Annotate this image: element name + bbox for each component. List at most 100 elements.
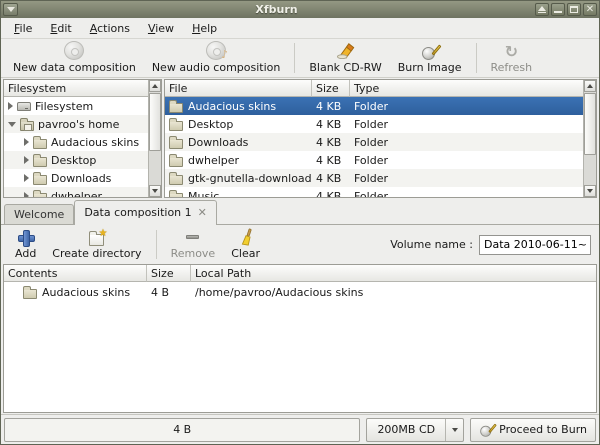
blank-cdrw-button[interactable]: Blank CD-RW xyxy=(301,40,389,76)
maximize-button[interactable] xyxy=(567,3,581,16)
tree-item-label: dwhelper xyxy=(51,190,102,198)
file-row-desktop[interactable]: Desktop 4 KB Folder xyxy=(165,115,583,133)
tree-item-audacious-skins[interactable]: Audacious skins xyxy=(4,133,148,151)
contents-panel: Contents Size Local Path Audacious skins… xyxy=(3,264,597,413)
disc-type-combobox[interactable]: 200MB CD xyxy=(366,418,464,442)
new-data-composition-label: New data composition xyxy=(13,61,136,74)
star-icon: ★ xyxy=(98,228,107,239)
volume-name-input[interactable] xyxy=(479,235,591,255)
file-type: Folder xyxy=(350,100,583,113)
close-button[interactable]: ✕ xyxy=(583,3,597,16)
menu-view[interactable]: View xyxy=(139,19,183,38)
scroll-up-button[interactable] xyxy=(149,80,161,92)
file-size: 4 KB xyxy=(312,100,350,113)
menu-actions[interactable]: Actions xyxy=(81,19,139,38)
shade-button[interactable] xyxy=(535,3,549,16)
tab-welcome[interactable]: Welcome xyxy=(4,204,74,225)
scroll-down-button[interactable] xyxy=(149,185,161,197)
tree-item-dwhelper[interactable]: dwhelper xyxy=(4,187,148,197)
filesystem-column-header[interactable]: Filesystem xyxy=(4,80,161,97)
toolbar-separator xyxy=(294,43,295,73)
column-header-type[interactable]: Type xyxy=(350,80,596,97)
tab-welcome-label: Welcome xyxy=(14,208,64,221)
filesystem-scrollbar[interactable] xyxy=(148,80,161,197)
titlebar[interactable]: Xfburn ✕ xyxy=(1,1,599,18)
window-menu-button[interactable] xyxy=(3,3,18,16)
file-list-scrollbar[interactable] xyxy=(583,80,596,197)
expander-icon[interactable] xyxy=(8,122,16,127)
broom-icon xyxy=(236,228,256,246)
tab-data-composition-1[interactable]: Data composition 1 ✕ xyxy=(74,200,217,225)
close-icon: ✕ xyxy=(586,5,594,15)
add-button[interactable]: Add xyxy=(7,227,44,262)
folder-icon xyxy=(169,103,183,113)
proceed-to-burn-button[interactable]: Proceed to Burn xyxy=(470,418,596,442)
minimize-icon xyxy=(554,11,562,13)
file-size: 4 KB xyxy=(312,190,350,198)
expander-icon[interactable] xyxy=(24,192,29,197)
file-row-audacious-skins[interactable]: Audacious skins 4 KB Folder xyxy=(165,97,583,115)
menubar: File Edit Actions View Help xyxy=(1,18,599,39)
scroll-down-button[interactable] xyxy=(584,185,596,197)
new-audio-composition-button[interactable]: ♪ New audio composition xyxy=(144,40,289,76)
clear-label: Clear xyxy=(231,247,260,260)
scroll-up-button[interactable] xyxy=(584,80,596,92)
folder-icon xyxy=(169,175,183,185)
refresh-button[interactable]: ↻ Refresh xyxy=(483,40,541,76)
scrollbar-thumb[interactable] xyxy=(149,93,161,151)
file-size: 4 KB xyxy=(312,154,350,167)
browser-panes: Filesystem Filesystem pavroo's home xyxy=(1,78,599,199)
burn-image-button[interactable]: Burn Image xyxy=(390,40,470,76)
file-list-header-row: File Size Type xyxy=(165,80,596,97)
file-list: Audacious skins 4 KB Folder Desktop 4 KB… xyxy=(165,97,583,197)
proceed-to-burn-label: Proceed to Burn xyxy=(499,423,587,436)
folder-icon xyxy=(169,121,183,131)
column-header-size[interactable]: Size xyxy=(147,265,191,282)
expander-icon[interactable] xyxy=(24,156,29,164)
file-row-gtk-gnutella-downloads[interactable]: gtk-gnutella-downloads 4 KB Folder xyxy=(165,169,583,187)
data-disc-icon xyxy=(64,41,84,60)
blank-cdrw-label: Blank CD-RW xyxy=(309,61,381,74)
tab-close-icon[interactable]: ✕ xyxy=(198,207,207,218)
volume-name-label: Volume name : xyxy=(390,238,473,251)
menu-file[interactable]: File xyxy=(5,19,41,38)
contents-row-audacious-skins[interactable]: Audacious skins 4 B /home/pavroo/Audacio… xyxy=(4,283,596,302)
combo-arrow-button[interactable] xyxy=(445,419,463,441)
clear-button[interactable]: Clear xyxy=(223,227,268,262)
file-row-dwhelper[interactable]: dwhelper 4 KB Folder xyxy=(165,151,583,169)
disc-usage-bar: 4 B xyxy=(4,418,360,442)
column-header-contents[interactable]: Contents xyxy=(4,265,147,282)
remove-button[interactable]: Remove xyxy=(163,227,224,262)
scrollbar-thumb[interactable] xyxy=(584,93,596,155)
new-data-composition-button[interactable]: New data composition xyxy=(5,40,144,76)
expander-icon[interactable] xyxy=(24,174,29,182)
tree-item-pavroos-home[interactable]: pavroo's home xyxy=(4,115,148,133)
folder-icon xyxy=(33,139,47,149)
create-directory-label: Create directory xyxy=(52,247,141,260)
column-header-file[interactable]: File xyxy=(165,80,312,97)
expander-icon[interactable] xyxy=(8,102,13,110)
arrow-down-icon xyxy=(152,189,158,193)
refresh-icon: ↻ xyxy=(505,44,518,60)
volume-name-group: Volume name : xyxy=(390,227,593,262)
menu-edit[interactable]: Edit xyxy=(41,19,80,38)
filesystem-header-row: Filesystem xyxy=(4,80,161,97)
minimize-button[interactable] xyxy=(551,3,565,16)
file-row-downloads[interactable]: Downloads 4 KB Folder xyxy=(165,133,583,151)
column-header-type-label: Type xyxy=(354,82,379,95)
tree-item-filesystem[interactable]: Filesystem xyxy=(4,97,148,115)
create-directory-button[interactable]: ★ Create directory xyxy=(44,227,149,262)
toolbar-separator xyxy=(476,43,477,73)
column-header-size-label: Size xyxy=(151,267,174,280)
music-note-icon: ♪ xyxy=(221,48,228,61)
tree-item-downloads[interactable]: Downloads xyxy=(4,169,148,187)
file-row-music[interactable]: Music 4 KB Folder xyxy=(165,187,583,197)
file-type: Folder xyxy=(350,118,583,131)
column-header-local-path[interactable]: Local Path xyxy=(191,265,596,282)
folder-icon xyxy=(33,157,47,167)
expander-icon[interactable] xyxy=(24,138,29,146)
folder-icon xyxy=(169,193,183,198)
menu-help[interactable]: Help xyxy=(183,19,226,38)
tree-item-desktop[interactable]: Desktop xyxy=(4,151,148,169)
column-header-size[interactable]: Size xyxy=(312,80,350,97)
